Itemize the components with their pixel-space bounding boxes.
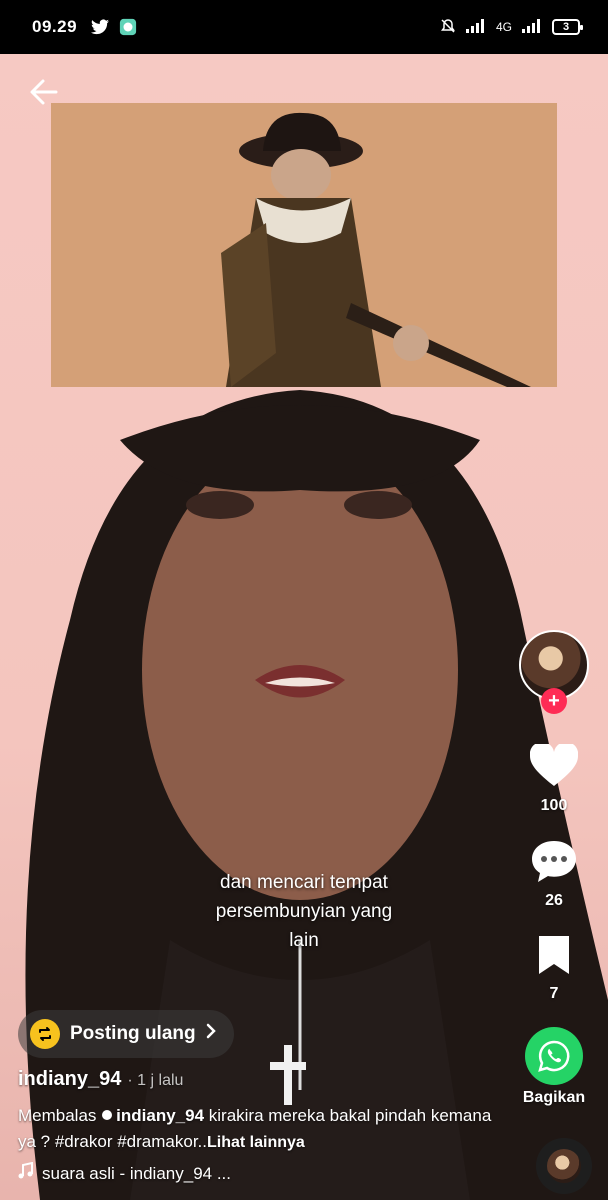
comment-count: 26 — [545, 892, 563, 909]
mute-bell-icon — [440, 18, 456, 37]
share-label: Bagikan — [522, 1089, 586, 1106]
heart-icon[interactable] — [529, 741, 579, 793]
like-button[interactable]: 100 — [529, 741, 579, 815]
music-disc-icon[interactable] — [536, 1138, 592, 1194]
post-info: indiany_94 · 1 j lalu Membalas indiany_94… — [18, 1068, 498, 1185]
music-note-icon — [18, 1161, 34, 1185]
battery-level: 3 — [562, 21, 570, 33]
bookmark-button[interactable]: 7 — [535, 934, 573, 1003]
sound-title: suara asli - indiany_94 ... — [42, 1163, 231, 1183]
sound-row[interactable]: suara asli - indiany_94 ... — [18, 1161, 498, 1185]
post-username[interactable]: indiany_94 — [18, 1068, 121, 1090]
reply-user: indiany_94 — [116, 1106, 205, 1125]
cowboy-figure-image — [51, 103, 557, 387]
post-description: Membalas indiany_94 kirakira mereka baka… — [18, 1103, 498, 1156]
inset-video-frame — [51, 103, 557, 387]
signal-icon-2 — [522, 18, 542, 36]
share-button[interactable]: Bagikan — [523, 1027, 585, 1107]
battery-icon: 3 — [552, 19, 583, 35]
bookmark-icon[interactable] — [535, 934, 573, 981]
comment-small-icon — [101, 1103, 113, 1129]
side-action-bar: + 100 26 7 Bagikan — [510, 630, 598, 1107]
network-type: 4G — [495, 20, 512, 34]
follow-plus-button[interactable]: + — [541, 688, 567, 714]
bookmark-count: 7 — [549, 985, 559, 1002]
repost-button[interactable]: Posting ulang — [18, 1010, 234, 1058]
status-bar: 09.29 4G 3 — [0, 0, 608, 54]
comment-icon[interactable] — [530, 839, 578, 888]
reply-user-chip[interactable]: indiany_94 — [101, 1103, 204, 1129]
repost-icon — [30, 1019, 60, 1049]
see-more-link[interactable]: Lihat lainnya — [207, 1134, 305, 1151]
back-arrow-icon[interactable] — [28, 76, 60, 108]
disc-cover — [547, 1149, 581, 1183]
status-time: 09.29 — [32, 17, 78, 36]
signal-icon — [465, 18, 486, 36]
twitter-icon — [91, 18, 110, 36]
post-time-ago: · 1 j lalu — [127, 1072, 184, 1089]
comment-button[interactable]: 26 — [530, 839, 578, 910]
creator-avatar[interactable]: + — [519, 630, 589, 714]
repost-label: Posting ulang — [70, 1023, 196, 1044]
chevron-right-icon — [206, 1023, 216, 1045]
reply-prefix: Membalas — [18, 1106, 97, 1125]
messenger-icon — [119, 18, 137, 36]
whatsapp-icon[interactable] — [525, 1027, 583, 1085]
like-count: 100 — [540, 797, 568, 814]
